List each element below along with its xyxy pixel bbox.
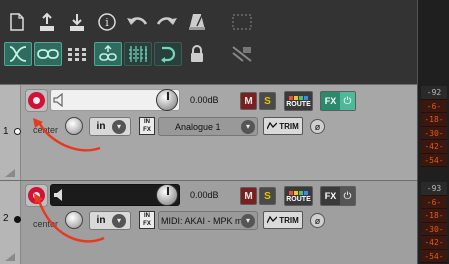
pan-label: center [33,125,59,135]
track-number: 2 [3,213,9,224]
input-fx-button[interactable]: IN FX [139,211,155,229]
fx-label: FX [324,96,337,106]
grid-icon[interactable] [64,42,90,66]
chevron-down-icon[interactable]: ▾ [112,213,126,228]
track-control-panel: 1 0.00dB M S ROUTE FX ⏻ center in ▾ IN F… [0,84,417,264]
automation-mode-label: TRIM [279,215,299,225]
envelope-icon [267,122,278,130]
meter-scale-label: -6- [421,195,447,209]
route-label: ROUTE [286,101,311,108]
lock-icon[interactable] [184,42,210,66]
meter-scale-label: -54- [421,153,447,167]
automation-mode-button[interactable]: TRIM [263,211,303,229]
pan-knob[interactable] [65,211,83,229]
phase-invert-button[interactable]: ø [310,213,325,228]
folder-state-icon[interactable] [14,128,21,135]
speaker-icon[interactable] [53,188,65,202]
upload-icon[interactable] [34,10,60,34]
fx-label: FX [324,191,337,201]
undo-icon[interactable] [124,10,150,34]
pan-knob[interactable] [65,117,83,135]
chevron-down-icon[interactable]: ▾ [241,213,255,228]
download-icon[interactable] [64,10,90,34]
input-fx-button[interactable]: IN FX [139,117,155,135]
track-number: 1 [3,126,9,137]
record-input-label: MIDI: AKAI - MPK m [161,215,241,226]
input-monitor-select[interactable]: in ▾ [89,211,131,230]
link-group-icon[interactable] [94,42,122,66]
solo-button[interactable]: S [259,92,276,110]
meter-scale-label: -42- [421,140,447,154]
route-button[interactable]: ROUTE [284,186,313,206]
fx-button[interactable]: FX ⏻ [320,186,356,206]
redo-icon[interactable] [154,10,180,34]
fx-button[interactable]: FX ⏻ [320,91,356,111]
fx-bypass-icon[interactable]: ⏻ [340,92,355,110]
main-toolbar: i [0,0,417,84]
folder-state-icon[interactable] [14,216,21,223]
automation-mode-label: TRIM [279,121,299,131]
meter-scale-label: -30- [421,222,447,236]
meter-scale-label: -18- [421,209,447,223]
track1-meter: -92 -6- -18- -30- -42- -54- [421,86,447,167]
meter-scale-label: -42- [421,236,447,250]
track2-meter: -93 -6- -18- -30- -42- -54- [421,182,447,263]
mute-button[interactable]: M [240,92,257,110]
loop-icon[interactable] [154,42,182,66]
input-monitor-label: in [96,215,106,226]
volume-readout: 0.00dB [190,190,219,200]
disabled-tool-icon[interactable] [229,42,255,66]
phase-invert-button[interactable]: ø [310,119,325,134]
meter-scale-label: -18- [421,113,447,127]
meter-peak-readout[interactable]: -92 [421,86,447,100]
chevron-down-icon[interactable]: ▾ [241,119,255,134]
record-input-label: Analogue 1 [175,121,221,132]
volume-knob[interactable] [156,184,178,206]
fx-bypass-icon[interactable]: ⏻ [340,187,355,205]
automation-mode-button[interactable]: TRIM [263,117,303,135]
track-1[interactable]: 1 0.00dB M S ROUTE FX ⏻ center in ▾ IN F… [0,84,417,180]
master-meter-strip: -92 -6- -18- -30- -42- -54- -93 -6- -18-… [417,0,449,264]
record-arm-button[interactable] [25,89,48,112]
info-icon[interactable]: i [94,10,120,34]
record-input-select[interactable]: Analogue 1 ▾ [158,117,258,136]
meter-peak-readout[interactable]: -93 [421,182,447,196]
snap-grid-icon[interactable] [124,42,152,66]
input-monitor-select[interactable]: in ▾ [89,117,131,136]
metronome-icon[interactable] [184,10,210,34]
record-input-select[interactable]: MIDI: AKAI - MPK m ▾ [158,211,258,230]
envelope-icon [267,216,278,224]
route-button[interactable]: ROUTE [284,91,313,111]
empty-region-icon[interactable] [229,10,255,34]
volume-knob[interactable] [156,89,178,111]
track-2[interactable]: 2 0.00dB M S ROUTE FX ⏻ center in ▾ IN F… [0,180,417,264]
mute-button[interactable]: M [240,187,257,205]
speaker-icon[interactable] [53,93,65,107]
volume-readout: 0.00dB [190,95,219,105]
meter-scale-label: -6- [421,99,447,113]
link-icon[interactable] [34,42,62,66]
meter-scale-label: -54- [421,249,447,263]
chevron-down-icon[interactable]: ▾ [112,119,126,134]
svg-text:i: i [105,16,109,29]
solo-button[interactable]: S [259,187,276,205]
meter-scale-label: -30- [421,126,447,140]
new-file-icon[interactable] [4,10,30,34]
input-monitor-label: in [96,121,106,132]
ripple-edit-icon[interactable] [4,42,32,66]
pan-label: center [33,219,59,229]
record-arm-button[interactable] [25,184,48,207]
route-label: ROUTE [286,196,311,203]
